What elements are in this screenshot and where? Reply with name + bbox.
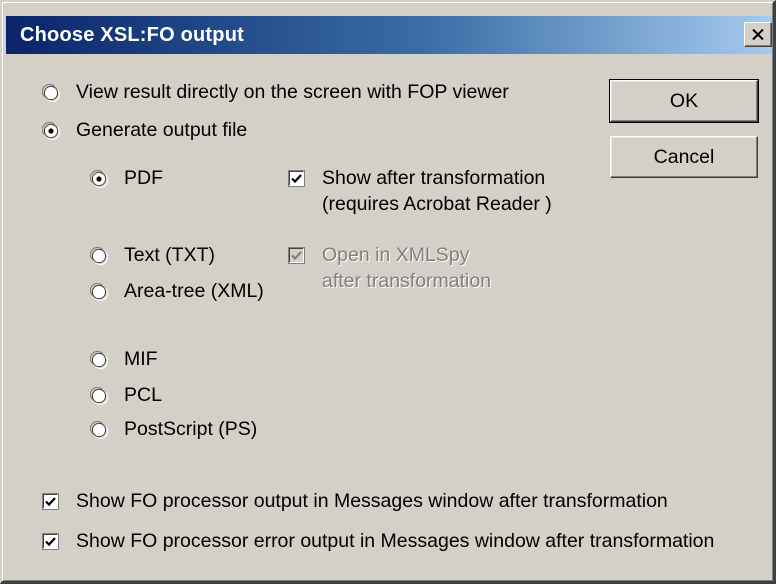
radio-circle-icon bbox=[90, 247, 108, 265]
radio-circle-icon bbox=[90, 283, 108, 301]
checkbox-icon bbox=[288, 170, 305, 187]
open-xmlspy-label-line2: after transformation bbox=[322, 270, 492, 292]
close-button[interactable] bbox=[744, 22, 772, 47]
show-after-label-line1: Show after transformation bbox=[322, 167, 546, 189]
radio-txt-label: Text (TXT) bbox=[124, 244, 215, 266]
radio-circle-icon bbox=[90, 170, 108, 188]
ok-button[interactable]: OK bbox=[609, 79, 759, 123]
checkbox-icon bbox=[42, 533, 59, 550]
close-icon bbox=[752, 29, 764, 40]
title-bar[interactable]: Choose XSL:FO output bbox=[6, 16, 772, 54]
checkbox-icon bbox=[288, 247, 305, 264]
radio-circle-icon bbox=[42, 122, 60, 140]
radio-circle-icon bbox=[42, 84, 60, 102]
open-xmlspy-label-line1: Open in XMLSpy bbox=[322, 244, 470, 266]
radio-postscript-label: PostScript (PS) bbox=[124, 418, 258, 440]
radio-circle-icon bbox=[90, 421, 108, 439]
radio-generate-file-label: Generate output file bbox=[76, 119, 248, 141]
radio-circle-icon bbox=[90, 387, 108, 405]
show-after-label-line2: (requires Acrobat Reader ) bbox=[322, 193, 552, 215]
radio-area-tree-label: Area-tree (XML) bbox=[124, 280, 264, 302]
radio-view-fop-label: View result directly on the screen with … bbox=[76, 81, 509, 103]
radio-pdf-label: PDF bbox=[124, 167, 163, 189]
radio-circle-icon bbox=[90, 351, 108, 369]
xslfo-output-dialog: Choose XSL:FO output OK Cancel View resu… bbox=[0, 0, 776, 584]
radio-pcl-label: PCL bbox=[124, 384, 162, 406]
cancel-button[interactable]: Cancel bbox=[610, 136, 758, 178]
show-fo-output-label: Show FO processor output in Messages win… bbox=[76, 490, 668, 512]
checkbox-icon bbox=[42, 493, 59, 510]
show-fo-errors-label: Show FO processor error output in Messag… bbox=[76, 530, 715, 552]
radio-mif-label: MIF bbox=[124, 348, 158, 370]
dialog-title: Choose XSL:FO output bbox=[20, 24, 244, 46]
